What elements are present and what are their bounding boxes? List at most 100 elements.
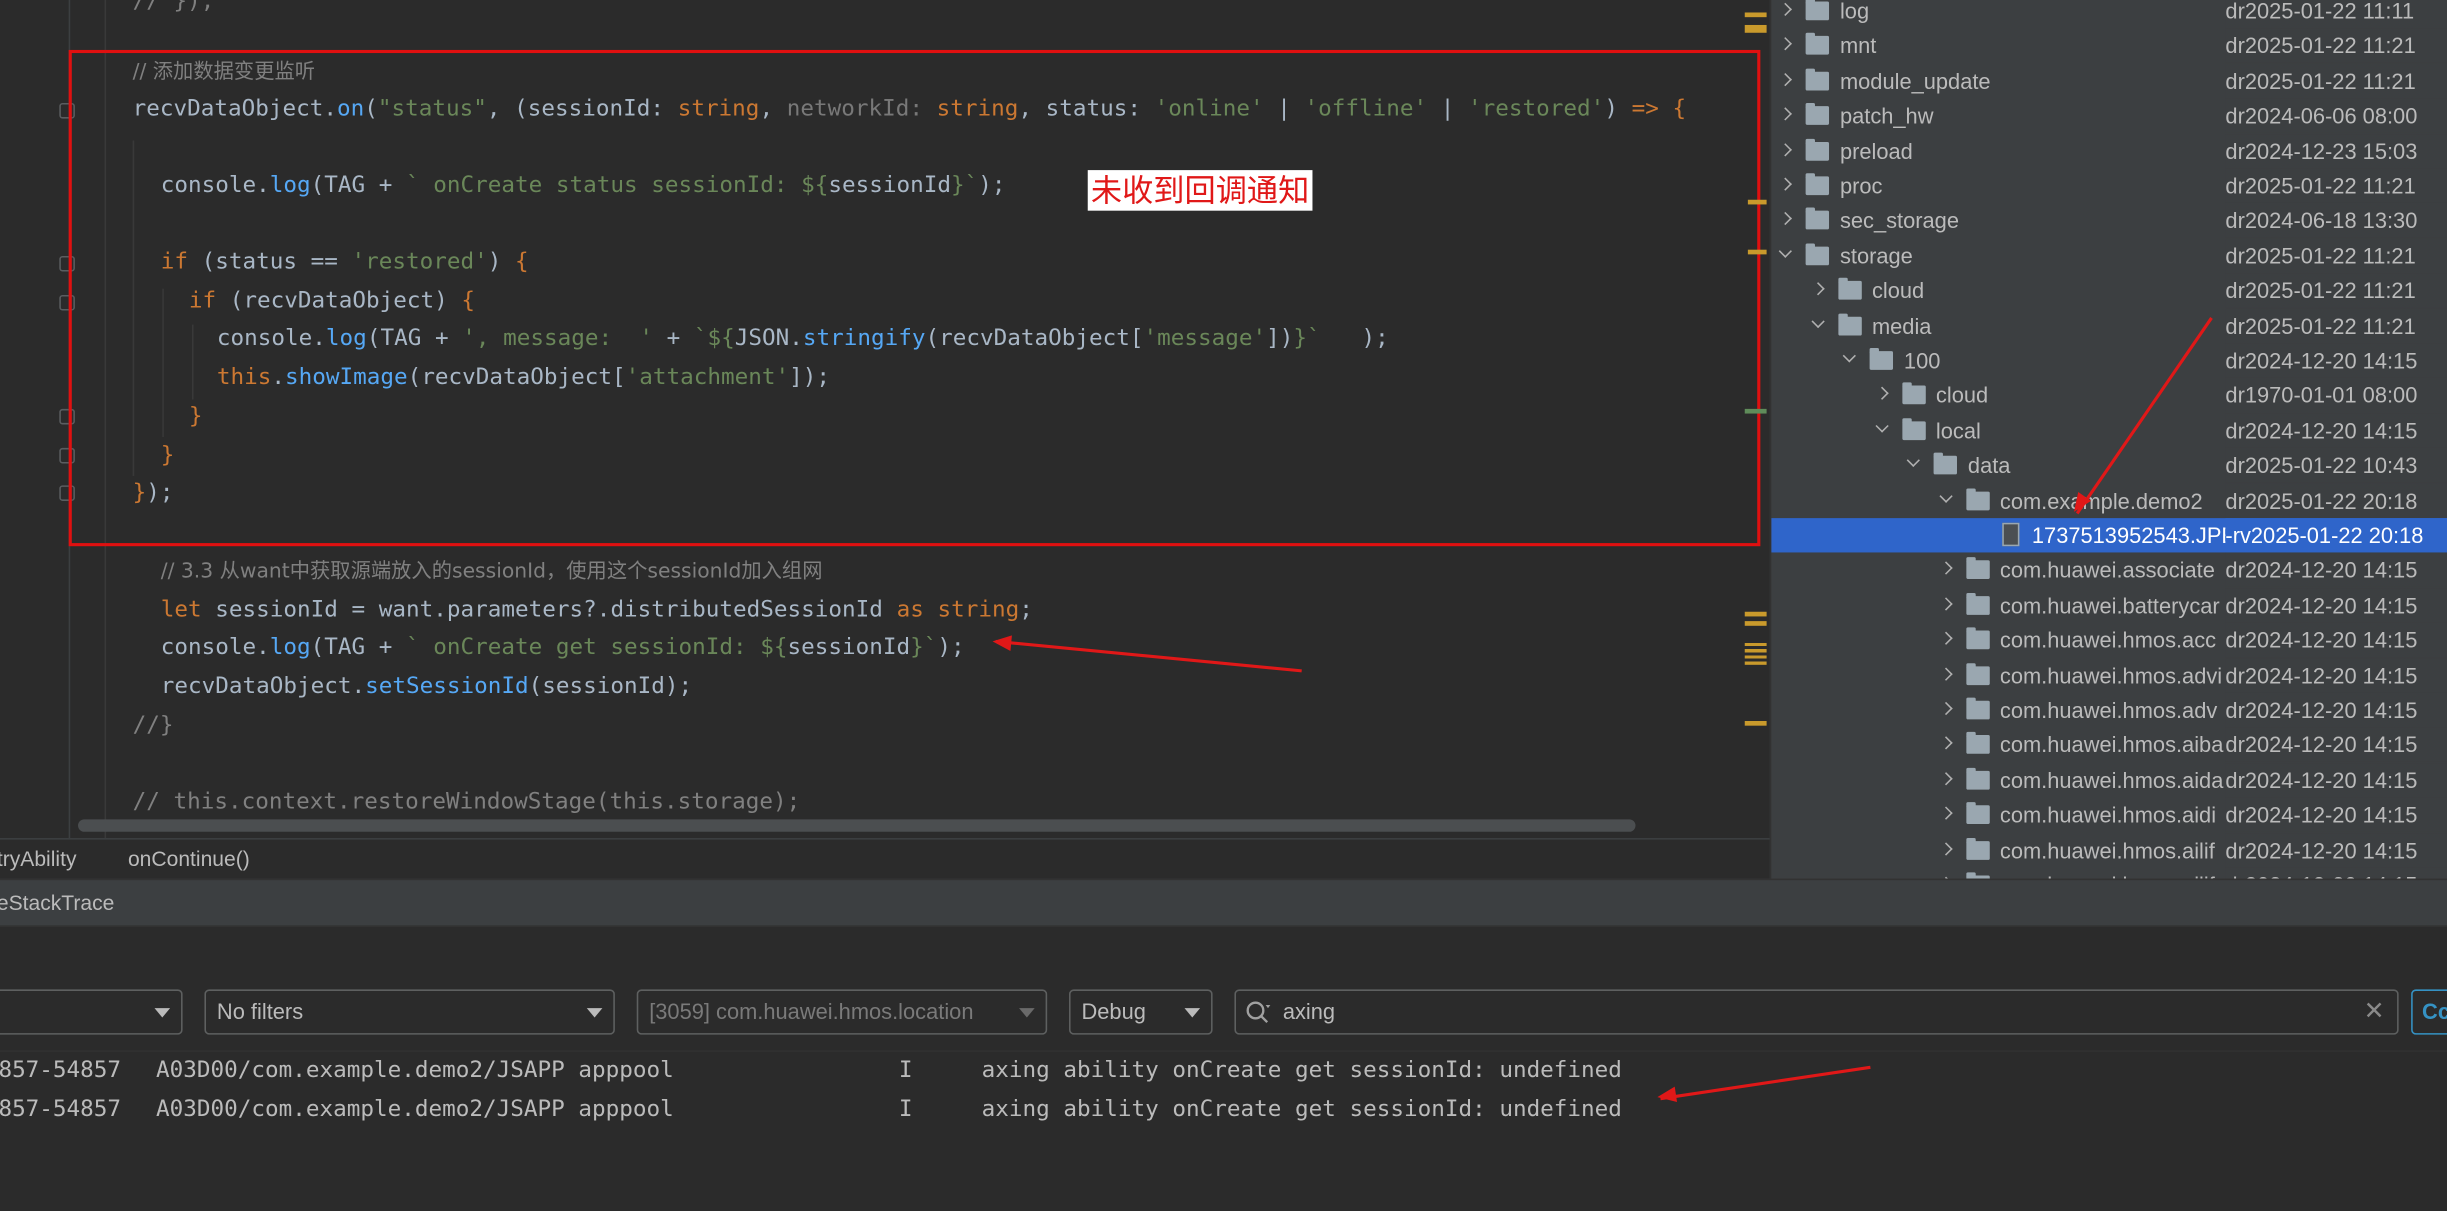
chevron-right-icon[interactable] [1778, 177, 1792, 191]
folder-icon [1805, 208, 1830, 231]
arrowhead-icon [1656, 1086, 1678, 1105]
tree-item-date: dr2024-12-20 14:15 [2225, 867, 2447, 879]
folder-icon [1901, 382, 1926, 405]
chevron-right-icon[interactable] [1810, 282, 1824, 296]
breadcrumb-item[interactable]: onContinue() [128, 840, 250, 881]
folder-row[interactable]: com.huawei.associate dr2024-12-20 14:15 [1771, 553, 2447, 588]
tree-item-date: dr2024-12-20 14:15 [2225, 727, 2447, 763]
tree-item-name: com.huawei.hmos.aida [1999, 767, 2224, 793]
chevron-right-icon[interactable] [1778, 72, 1792, 86]
stripe-marker[interactable] [1747, 249, 1767, 255]
close-icon[interactable]: ✕ [2364, 991, 2385, 1033]
folder-row[interactable]: preload dr2024-12-23 15:03 [1771, 133, 2447, 169]
folder-row[interactable]: mnt dr2025-01-22 11:21 [1771, 28, 2447, 64]
folder-row[interactable]: com.example.demo2 dr2025-01-22 20:18 [1771, 483, 2447, 518]
tool-window-title[interactable]: eStackTrace [0, 880, 114, 927]
chevron-down-icon[interactable] [1938, 489, 1952, 503]
chevron-right-icon[interactable] [1938, 597, 1952, 611]
stripe-marker[interactable] [1744, 642, 1767, 665]
tree-item-name: com.huawei.hmos.ailif [2000, 868, 2226, 878]
folder-row[interactable]: storage dr2025-01-22 11:21 [1771, 238, 2447, 273]
chevron-right-icon[interactable] [1938, 736, 1952, 751]
folder-row[interactable]: cloud dr2025-01-22 11:21 [1771, 273, 2447, 308]
tree-item-name: log [1839, 0, 1870, 24]
chevron-right-icon[interactable] [1778, 107, 1792, 121]
log-msg: axing ability onCreate get sessionId: un… [981, 1097, 1622, 1123]
chevron-down-icon[interactable] [1842, 349, 1856, 363]
stripe-marker[interactable] [1744, 720, 1767, 726]
folder-row[interactable]: com.huawei.hmos.aida dr2024-12-20 14:15 [1771, 762, 2447, 798]
folder-icon [1805, 103, 1830, 126]
chevron-right-icon[interactable] [1778, 212, 1792, 226]
folder-icon [1869, 348, 1894, 370]
folder-row[interactable]: local dr2024-12-20 14:15 [1771, 413, 2447, 448]
device-select[interactable] [0, 989, 183, 1035]
folder-row[interactable]: com.huawei.hmos.advi dr2024-12-20 14:15 [1771, 657, 2447, 693]
code-line: // this.context.restoreWindowStage(this.… [132, 789, 801, 815]
chevron-down-icon [1019, 1008, 1035, 1018]
filter-select[interactable]: No filters [204, 989, 615, 1035]
stripe-marker[interactable] [1744, 12, 1767, 18]
folder-row[interactable]: sec_storage dr2024-06-18 13:30 [1771, 203, 2447, 238]
folder-row[interactable]: patch_hw dr2024-06-06 08:00 [1771, 98, 2447, 134]
breadcrumb-item[interactable]: tryAbility [0, 840, 76, 881]
folder-row[interactable]: log dr2025-01-22 11:11 [1771, 0, 2447, 29]
stripe-marker[interactable] [1747, 199, 1767, 205]
folder-row[interactable]: com.huawei.hmos.adv dr2024-12-20 14:15 [1771, 692, 2447, 728]
folder-row[interactable]: media dr2025-01-22 11:21 [1771, 308, 2447, 343]
chevron-right-icon[interactable] [1778, 142, 1792, 156]
log-level-select[interactable]: Debug [1069, 989, 1213, 1035]
code-editor[interactable]: // }); // 添加数据变更监听 recvDataObject.on("st… [0, 0, 1770, 839]
chevron-right-icon[interactable] [1938, 841, 1952, 855]
folder-row[interactable]: com.huawei.hmos.ailifdr2024-12-20 14:15 [1771, 867, 2447, 879]
file-icon [2002, 522, 2020, 547]
annotation-label: 未收到回调通知 [1087, 170, 1313, 211]
tree-item-date: dr2025-01-22 11:21 [2225, 308, 2447, 343]
stripe-marker[interactable] [1744, 611, 1767, 617]
chevron-right-icon[interactable] [1778, 2, 1792, 16]
tree-item-date: dr2024-12-20 14:15 [2225, 622, 2447, 658]
folder-row[interactable]: proc dr2025-01-22 11:21 [1771, 168, 2447, 204]
chevron-down-icon[interactable] [1906, 454, 1920, 468]
breadcrumb: tryAbility onContinue() [0, 838, 1770, 881]
process-select[interactable]: [3059] com.huawei.hmos.location [636, 989, 1048, 1035]
folder-row[interactable]: 100 dr2024-12-20 14:15 [1771, 343, 2447, 378]
chevron-right-icon[interactable] [1938, 701, 1952, 716]
folder-row[interactable]: com.huawei.hmos.ailifdr2024-12-20 14:15 [1771, 832, 2447, 868]
tree-item-date: dr2025-01-22 11:11 [2225, 0, 2447, 29]
tree-item-name: mnt [1839, 33, 1877, 59]
highlight-box [68, 49, 1761, 547]
tree-item-date: dr2025-01-22 10:43 [2225, 448, 2447, 483]
horizontal-scrollbar[interactable] [78, 819, 1636, 832]
log-output[interactable]: 857-54857 A03D00/com.example.demo2/JSAPP … [0, 1050, 2447, 1211]
folder-row[interactable]: com.huawei.hmos.acc dr2024-12-20 14:15 [1771, 622, 2447, 658]
match-case-button[interactable]: Cc [2411, 989, 2447, 1035]
folder-row[interactable]: com.huawei.hmos.aiba dr2024-12-20 14:15 [1771, 727, 2447, 763]
chevron-right-icon[interactable] [1778, 37, 1792, 51]
tree-item-date: dr2024-12-20 14:15 [2225, 343, 2447, 378]
file-row[interactable]: 1737513952543.JPE -rv2025-01-22 20:18 [1771, 518, 2447, 554]
folder-row[interactable]: com.huawei.batterycar dr2024-12-20 14:15 [1771, 588, 2447, 623]
chevron-right-icon[interactable] [1938, 771, 1952, 786]
stripe-marker[interactable] [1744, 408, 1767, 414]
chevron-right-icon[interactable] [1938, 666, 1952, 681]
folder-row[interactable]: module_update dr2025-01-22 11:21 [1771, 63, 2447, 99]
chevron-right-icon[interactable] [1874, 387, 1888, 401]
chevron-down-icon [586, 1008, 603, 1018]
chevron-down-icon[interactable] [1874, 419, 1888, 433]
chevron-down-icon[interactable] [1810, 314, 1824, 328]
device-file-browser[interactable]: log dr2025-01-22 11:11 mnt dr2025-01-22 11:… [1769, 0, 2447, 879]
log-search-input[interactable]: axing ✕ [1234, 989, 2399, 1035]
chevron-down-icon[interactable] [1778, 244, 1792, 258]
chevron-right-icon[interactable] [1938, 806, 1952, 820]
stripe-marker[interactable] [1744, 24, 1767, 33]
tree-item-date: dr2024-12-20 14:15 [2225, 657, 2447, 693]
stripe-marker[interactable] [1744, 621, 1767, 626]
code-line: // 3.3 从want中获取源端放入的sessionId，使用这个sessio… [160, 560, 823, 584]
chevron-right-icon[interactable] [1938, 562, 1952, 576]
chevron-right-icon[interactable] [1938, 631, 1952, 646]
folder-row[interactable]: com.huawei.hmos.aidi dr2024-12-20 14:15 [1771, 797, 2447, 833]
folder-row[interactable]: cloud dr1970-01-01 08:00 [1771, 378, 2447, 413]
folder-icon [1805, 68, 1830, 91]
log-pid: 857-54857 [0, 1097, 122, 1123]
